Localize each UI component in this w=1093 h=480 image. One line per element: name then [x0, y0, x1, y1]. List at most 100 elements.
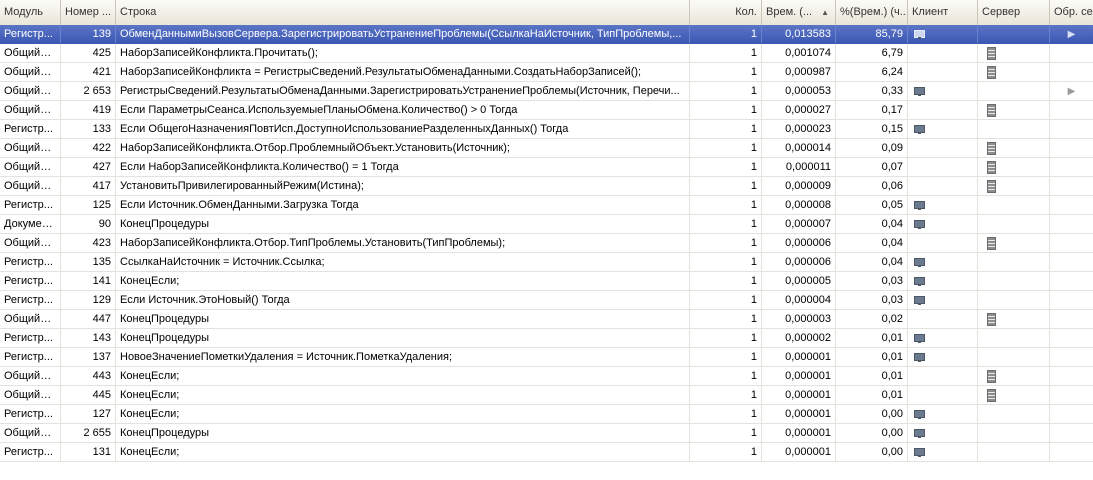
column-header-client[interactable]: Клиент	[908, 0, 978, 25]
column-header-line[interactable]: Строка	[116, 0, 690, 25]
table-row[interactable]: Регистр... 131 КонецЕсли; 1 0,000001 0,00	[0, 443, 1093, 462]
cell-module: ОбщийМ...	[0, 177, 61, 195]
cell-extra	[1050, 120, 1093, 138]
cell-number: 141	[61, 272, 116, 290]
client-monitor-icon	[914, 429, 925, 439]
cell-client	[908, 272, 978, 290]
column-header-time[interactable]: Врем. (... ▲	[762, 0, 836, 25]
cell-extra	[1050, 291, 1093, 309]
server-tower-icon	[987, 369, 996, 383]
table-row[interactable]: ОбщийМ... 417 УстановитьПривилегированныйР…	[0, 177, 1093, 196]
arrow-right-icon: ▶	[1067, 86, 1076, 97]
cell-percent: 0,05	[836, 196, 908, 214]
column-header-percent[interactable]: %(Врем.) (ч...	[836, 0, 908, 25]
table-row[interactable]: ОбщийМ... 421 НаборЗаписейКонфликта = Реги…	[0, 63, 1093, 82]
cell-percent: 0,03	[836, 272, 908, 290]
cell-extra	[1050, 44, 1093, 62]
table-row[interactable]: Регистр... 141 КонецЕсли; 1 0,000005 0,03	[0, 272, 1093, 291]
cell-percent: 0,01	[836, 386, 908, 404]
table-row[interactable]: Регистр... 139 ОбменДаннымиВызовСервера.За…	[0, 25, 1093, 44]
cell-time: 0,000023	[762, 120, 836, 138]
column-header-count[interactable]: Кол.	[690, 0, 762, 25]
cell-count: 1	[690, 63, 762, 81]
client-monitor-icon	[914, 125, 925, 135]
cell-number: 133	[61, 120, 116, 138]
grid-header: Модуль Номер ... Строка Кол. Врем. (... …	[0, 0, 1093, 26]
table-row[interactable]: Регистр... 125 Если Источник.ОбменДанными.…	[0, 196, 1093, 215]
table-row[interactable]: Регистр... 133 Если ОбщегоНазначенияПовтИс…	[0, 120, 1093, 139]
cell-number: 2 653	[61, 82, 116, 100]
table-row[interactable]: ОбщийМ... 423 НаборЗаписейКонфликта.Отбор.…	[0, 234, 1093, 253]
cell-percent: 0,00	[836, 405, 908, 423]
cell-line: Если ОбщегоНазначенияПовтИсп.ДоступноИсп…	[116, 120, 690, 138]
cell-count: 1	[690, 196, 762, 214]
cell-percent: 0,06	[836, 177, 908, 195]
column-header-server[interactable]: Сервер	[978, 0, 1050, 25]
cell-extra: ▶	[1050, 82, 1093, 100]
cell-time: 0,000001	[762, 424, 836, 442]
server-tower-icon	[987, 141, 996, 155]
table-row[interactable]: Регистр... 143 КонецПроцедуры 1 0,000002 0,01	[0, 329, 1093, 348]
cell-module: ОбщийМ...	[0, 139, 61, 157]
cell-number: 425	[61, 44, 116, 62]
cell-count: 1	[690, 386, 762, 404]
sort-ascending-icon: ▲	[821, 8, 829, 17]
cell-time: 0,000002	[762, 329, 836, 347]
cell-time: 0,000001	[762, 386, 836, 404]
cell-client	[908, 177, 978, 195]
table-row[interactable]: Регистр... 129 Если Источник.ЭтоНовый() То…	[0, 291, 1093, 310]
cell-percent: 0,15	[836, 120, 908, 138]
cell-module: Регистр...	[0, 291, 61, 309]
cell-module: Регистр...	[0, 329, 61, 347]
table-row[interactable]: Регистр... 137 НовоеЗначениеПометкиУдалени…	[0, 348, 1093, 367]
table-row[interactable]: Регистр... 127 КонецЕсли; 1 0,000001 0,00	[0, 405, 1093, 424]
table-row[interactable]: ОбщийМ... 422 НаборЗаписейКонфликта.Отбор.…	[0, 139, 1093, 158]
cell-server	[978, 120, 1050, 138]
cell-client	[908, 158, 978, 176]
column-header-extra[interactable]: Обр. се	[1050, 0, 1093, 25]
cell-server	[978, 348, 1050, 366]
cell-number: 445	[61, 386, 116, 404]
cell-client	[908, 367, 978, 385]
cell-server	[978, 329, 1050, 347]
cell-module: Регистр...	[0, 253, 61, 271]
column-header-module[interactable]: Модуль	[0, 0, 61, 25]
cell-module: Докумен...	[0, 215, 61, 233]
cell-count: 1	[690, 348, 762, 366]
client-monitor-icon	[914, 220, 925, 230]
table-row[interactable]: ОбщийМ... 447 КонецПроцедуры 1 0,000003 0,02	[0, 310, 1093, 329]
cell-count: 1	[690, 215, 762, 233]
table-row[interactable]: ОбщийМ... 443 КонецЕсли; 1 0,000001 0,01	[0, 367, 1093, 386]
cell-module: Регистр...	[0, 196, 61, 214]
cell-server	[978, 291, 1050, 309]
table-row[interactable]: ОбщийМ... 419 Если ПараметрыСеанса.Использ…	[0, 101, 1093, 120]
table-row[interactable]: ОбщийМ... 427 Если НаборЗаписейКонфликта.К…	[0, 158, 1093, 177]
cell-server	[978, 386, 1050, 404]
client-monitor-icon	[914, 334, 925, 344]
cell-count: 1	[690, 272, 762, 290]
table-row[interactable]: ОбщийМ... 425 НаборЗаписейКонфликта.Прочит…	[0, 44, 1093, 63]
cell-server	[978, 367, 1050, 385]
cell-extra	[1050, 424, 1093, 442]
cell-time: 0,000007	[762, 215, 836, 233]
cell-extra	[1050, 386, 1093, 404]
cell-client	[908, 25, 978, 43]
table-row[interactable]: ОбщийМ... 445 КонецЕсли; 1 0,000001 0,01	[0, 386, 1093, 405]
table-row[interactable]: ОбщийМ... 2 653 РегистрыСведений.Результат…	[0, 82, 1093, 101]
server-tower-icon	[987, 179, 996, 193]
column-header-number[interactable]: Номер ...	[61, 0, 116, 25]
table-row[interactable]: Регистр... 135 СсылкаНаИсточник = Источник…	[0, 253, 1093, 272]
table-row[interactable]: ОбщийМ... 2 655 КонецПроцедуры 1 0,000001 0,0…	[0, 424, 1093, 443]
cell-time: 0,000027	[762, 101, 836, 119]
cell-client	[908, 310, 978, 328]
performance-measurement-grid[interactable]: Модуль Номер ... Строка Кол. Врем. (... …	[0, 0, 1093, 480]
cell-client	[908, 63, 978, 81]
cell-server	[978, 101, 1050, 119]
cell-number: 131	[61, 443, 116, 461]
cell-line: УстановитьПривилегированныйРежим(Истина)…	[116, 177, 690, 195]
cell-server	[978, 139, 1050, 157]
cell-module: ОбщийМ...	[0, 367, 61, 385]
table-row[interactable]: Докумен... 90 КонецПроцедуры 1 0,000007 0,04	[0, 215, 1093, 234]
cell-server	[978, 158, 1050, 176]
cell-module: ОбщийМ...	[0, 310, 61, 328]
